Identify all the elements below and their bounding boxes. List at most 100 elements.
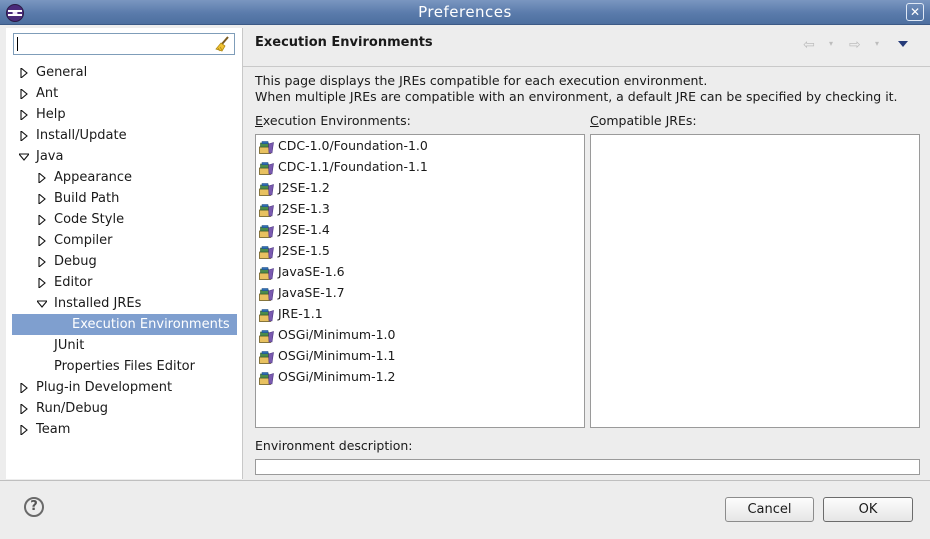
environment-description-label: Environment description: xyxy=(255,438,413,453)
tree-item[interactable]: JUnit xyxy=(6,335,242,356)
title-bar: Preferences ✕ xyxy=(0,0,930,25)
jar-library-icon xyxy=(259,139,274,154)
broom-icon[interactable] xyxy=(215,36,231,52)
ok-button[interactable]: OK xyxy=(823,497,913,522)
triangle-right-icon[interactable] xyxy=(19,425,29,435)
page-title: Execution Environments xyxy=(255,35,433,50)
tree-item[interactable]: Ant xyxy=(6,83,242,104)
tree-item[interactable]: Team xyxy=(6,419,242,440)
tree-item[interactable]: Code Style xyxy=(6,209,242,230)
triangle-down-icon[interactable] xyxy=(37,299,47,309)
jar-library-icon xyxy=(259,202,274,217)
tree-item[interactable]: Appearance xyxy=(6,167,242,188)
tree-item[interactable]: Java xyxy=(6,146,242,167)
triangle-right-icon[interactable] xyxy=(19,89,29,99)
environment-description-field[interactable] xyxy=(255,459,920,475)
compatible-jres-label: Compatible JREs: xyxy=(590,113,697,128)
triangle-right-icon[interactable] xyxy=(37,194,47,204)
forward-arrow-icon[interactable]: ⇨ xyxy=(849,37,861,53)
page-header: Execution Environments ⇦ ▾ ⇨ ▾ xyxy=(243,28,930,66)
tree-item[interactable]: Installed JREs xyxy=(6,293,242,314)
triangle-right-icon[interactable] xyxy=(19,68,29,78)
environment-list-item[interactable]: JavaSE-1.6 xyxy=(256,261,584,282)
tree-item[interactable]: Editor xyxy=(6,272,242,293)
tree-item-label: Appearance xyxy=(54,170,133,185)
environment-list-item[interactable]: J2SE-1.5 xyxy=(256,240,584,261)
environment-list-item[interactable]: OSGi/Minimum-1.2 xyxy=(256,366,584,387)
triangle-right-icon[interactable] xyxy=(37,215,47,225)
environment-list-item[interactable]: J2SE-1.3 xyxy=(256,198,584,219)
forward-dropdown-icon[interactable]: ▾ xyxy=(875,39,879,48)
tree-item[interactable]: Build Path xyxy=(6,188,242,209)
environment-list-item[interactable]: JRE-1.1 xyxy=(256,303,584,324)
jar-library-icon xyxy=(259,244,274,259)
jar-library-icon xyxy=(259,307,274,322)
triangle-right-icon[interactable] xyxy=(37,173,47,183)
environment-list-item[interactable]: OSGi/Minimum-1.0 xyxy=(256,324,584,345)
tree-item-label: Compiler xyxy=(54,233,113,248)
back-arrow-icon[interactable]: ⇦ xyxy=(803,37,815,53)
back-dropdown-icon[interactable]: ▾ xyxy=(829,39,833,48)
preferences-tree: General Ant Help Install/Update Java Appearan… xyxy=(6,62,242,440)
triangle-right-icon[interactable] xyxy=(19,110,29,120)
environments-label-mnemonic: E xyxy=(255,113,263,128)
compatible-jres-list[interactable] xyxy=(590,134,920,428)
page-description: This page displays the JREs compatible f… xyxy=(255,73,898,105)
triangle-right-icon[interactable] xyxy=(19,404,29,414)
environment-name: JavaSE-1.6 xyxy=(278,264,345,279)
tree-item-label: Plug-in Development xyxy=(36,380,173,395)
tree-item[interactable]: Compiler xyxy=(6,230,242,251)
help-icon[interactable]: ? xyxy=(24,497,44,517)
environment-list-item[interactable]: OSGi/Minimum-1.1 xyxy=(256,345,584,366)
header-separator xyxy=(243,66,930,67)
environment-name: OSGi/Minimum-1.0 xyxy=(278,327,396,342)
tree-item[interactable]: Debug xyxy=(6,251,242,272)
tree-item[interactable]: Install/Update xyxy=(6,125,242,146)
tree-item[interactable]: Run/Debug xyxy=(6,398,242,419)
environment-list-item[interactable]: J2SE-1.4 xyxy=(256,219,584,240)
environment-list-item[interactable]: CDC-1.1/Foundation-1.1 xyxy=(256,156,584,177)
environment-name: CDC-1.0/Foundation-1.0 xyxy=(278,138,428,153)
triangle-down-icon[interactable] xyxy=(19,152,29,162)
compatible-jres-label-text: ompatible JREs: xyxy=(598,113,697,128)
jar-library-icon xyxy=(259,181,274,196)
environment-name: J2SE-1.4 xyxy=(278,222,330,237)
triangle-right-icon[interactable] xyxy=(37,236,47,246)
triangle-right-icon[interactable] xyxy=(37,278,47,288)
tree-item-label: Build Path xyxy=(54,191,120,206)
jar-library-icon xyxy=(259,328,274,343)
triangle-right-icon[interactable] xyxy=(19,383,29,393)
tree-item-label: Properties Files Editor xyxy=(54,359,195,374)
close-button[interactable]: ✕ xyxy=(906,3,924,21)
triangle-right-icon[interactable] xyxy=(19,131,29,141)
tree-item[interactable]: General xyxy=(6,62,242,83)
filter-input[interactable] xyxy=(17,35,211,55)
environment-list-item[interactable]: JavaSE-1.7 xyxy=(256,282,584,303)
compatible-jres-label-mnemonic: C xyxy=(590,113,599,128)
jar-library-icon xyxy=(259,160,274,175)
execution-environments-list[interactable]: CDC-1.0/Foundation-1.0 CDC-1.1/Foundation… xyxy=(255,134,585,428)
jar-library-icon xyxy=(259,265,274,280)
tree-item[interactable]: Plug-in Development xyxy=(6,377,242,398)
tree-item[interactable]: Properties Files Editor xyxy=(6,356,242,377)
jar-library-icon xyxy=(259,349,274,364)
text-caret xyxy=(17,37,18,51)
environment-list-item[interactable]: CDC-1.0/Foundation-1.0 xyxy=(256,135,584,156)
tree-item-label: Debug xyxy=(54,254,97,269)
tree-item[interactable]: Execution Environments xyxy=(6,314,242,335)
jar-library-icon xyxy=(259,223,274,238)
tree-item[interactable]: Help xyxy=(6,104,242,125)
environment-name: J2SE-1.5 xyxy=(278,243,330,258)
triangle-right-icon[interactable] xyxy=(37,257,47,267)
filter-field[interactable] xyxy=(13,33,235,55)
environments-label: Execution Environments: xyxy=(255,113,411,128)
tree-item-label: Code Style xyxy=(54,212,125,227)
view-menu-icon[interactable] xyxy=(898,41,908,47)
environment-name: OSGi/Minimum-1.2 xyxy=(278,369,396,384)
tree-item-label: Editor xyxy=(54,275,93,290)
preference-page: Execution Environments ⇦ ▾ ⇨ ▾ This page… xyxy=(243,28,930,479)
tree-item-label: Run/Debug xyxy=(36,401,109,416)
environment-name: JavaSE-1.7 xyxy=(278,285,345,300)
environment-list-item[interactable]: J2SE-1.2 xyxy=(256,177,584,198)
cancel-button[interactable]: Cancel xyxy=(725,497,814,522)
